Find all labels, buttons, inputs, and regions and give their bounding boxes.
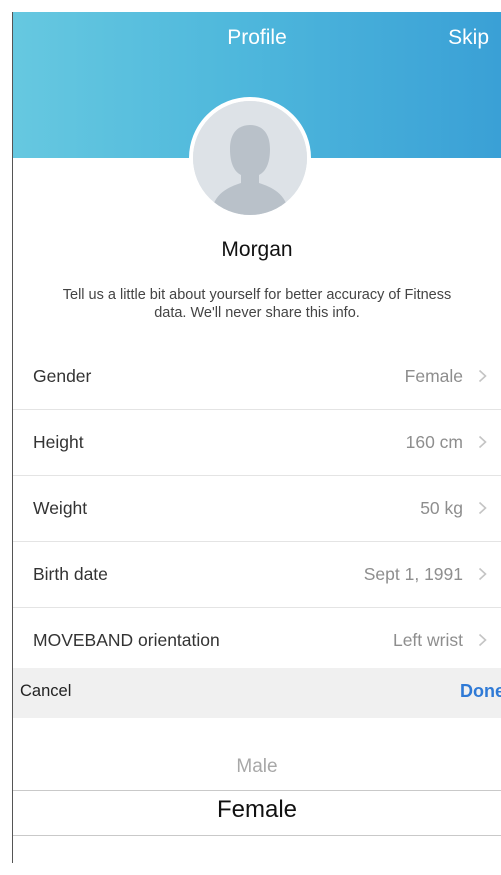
- chevron-right-icon: [478, 369, 487, 383]
- picker-option[interactable]: Male: [13, 756, 501, 778]
- picker-toolbar: Cancel Done: [13, 668, 501, 718]
- page-title: Profile: [227, 26, 287, 49]
- skip-button[interactable]: Skip: [448, 26, 489, 50]
- picker-selected-option[interactable]: Female: [13, 796, 501, 824]
- profile-screen: Profile Skip Morgan Tell us a little bit…: [12, 12, 501, 863]
- field-label: Weight: [33, 498, 88, 518]
- field-value: 50 kg: [420, 498, 463, 518]
- cancel-button[interactable]: Cancel: [20, 682, 71, 701]
- gender-picker[interactable]: Male Female: [13, 718, 501, 863]
- user-name: Morgan: [221, 238, 293, 261]
- done-button[interactable]: Done: [460, 681, 501, 702]
- chevron-right-icon: [478, 633, 487, 647]
- list-item-moveband-orientation[interactable]: MOVEBAND orientation Left wrist: [13, 608, 501, 673]
- field-value: Sept 1, 1991: [363, 564, 463, 584]
- field-value: Female: [404, 366, 463, 386]
- field-label: Gender: [33, 366, 92, 386]
- profile-fields-list: Gender Female Height 160 cm Weight 50 kg…: [13, 344, 501, 673]
- list-item-birth-date[interactable]: Birth date Sept 1, 1991: [13, 542, 501, 608]
- chevron-right-icon: [478, 501, 487, 515]
- list-item-weight[interactable]: Weight 50 kg: [13, 476, 501, 542]
- list-item-gender[interactable]: Gender Female: [13, 344, 501, 410]
- person-silhouette-icon: [193, 101, 307, 215]
- field-value: 160 cm: [405, 432, 463, 452]
- chevron-right-icon: [478, 435, 487, 449]
- avatar[interactable]: [189, 97, 311, 219]
- field-label: MOVEBAND orientation: [33, 630, 220, 650]
- field-label: Birth date: [33, 564, 108, 584]
- chevron-right-icon: [478, 567, 487, 581]
- field-label: Height: [33, 432, 84, 452]
- picker-selection-top-line: [13, 790, 501, 791]
- list-item-height[interactable]: Height 160 cm: [13, 410, 501, 476]
- field-value: Left wrist: [392, 630, 463, 650]
- profile-description: Tell us a little bit about yourself for …: [62, 287, 452, 321]
- picker-selection-bottom-line: [13, 835, 501, 836]
